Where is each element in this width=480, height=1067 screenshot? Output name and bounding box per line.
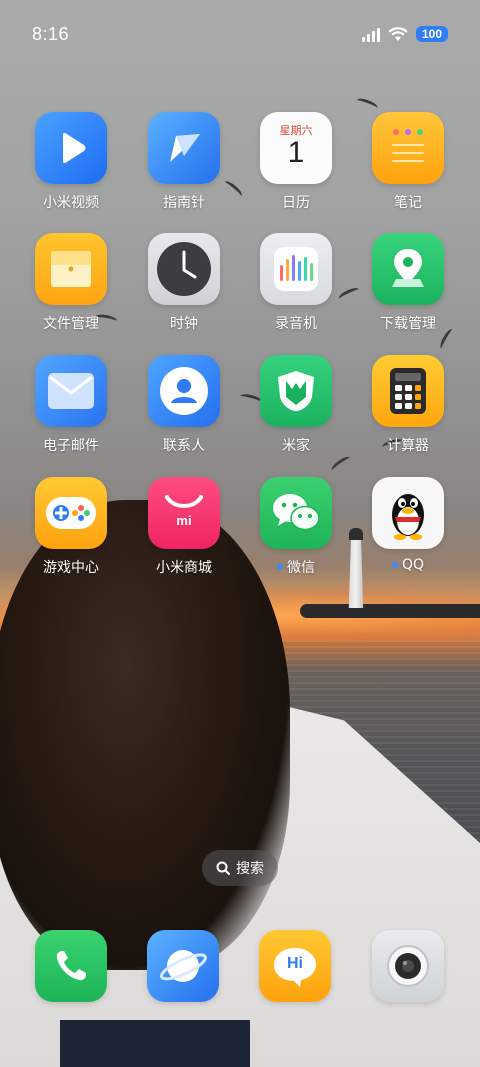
browser-planet-icon	[147, 930, 219, 1002]
app-label: 录音机	[275, 316, 317, 332]
app-label: 下载管理	[380, 316, 436, 332]
qq-penguin-icon	[372, 477, 444, 549]
sound-recorder-icon	[260, 233, 332, 305]
calculator-icon	[372, 355, 444, 427]
mijia-shield-icon	[260, 355, 332, 427]
calendar-icon: 星期六 1	[260, 112, 332, 184]
dock-messages[interactable]: Hi	[259, 930, 331, 1002]
gamepad-icon	[35, 477, 107, 549]
app-contacts[interactable]: 联系人	[136, 355, 232, 455]
app-calculator[interactable]: 计算器	[360, 355, 456, 455]
download-pin-icon	[372, 233, 444, 305]
search-icon	[216, 861, 230, 875]
app-qq[interactable]: QQ	[360, 477, 456, 573]
person-jeans	[60, 1020, 250, 1067]
app-label: 小米商城	[156, 560, 212, 576]
compass-icon	[148, 112, 220, 184]
wechat-bubbles-icon	[260, 477, 332, 549]
app-label: 指南针	[163, 195, 205, 211]
app-calendar[interactable]: 星期六 1 日历	[248, 112, 344, 212]
seagull	[355, 96, 379, 112]
app-notes[interactable]: 笔记	[360, 112, 456, 212]
dock-phone[interactable]	[35, 930, 107, 1002]
app-mijia[interactable]: 米家	[248, 355, 344, 455]
app-label: 游戏中心	[43, 560, 99, 576]
app-label: 计算器	[387, 438, 429, 454]
app-label: 时钟	[170, 316, 198, 332]
dock-camera[interactable]	[372, 930, 444, 1002]
app-clock[interactable]: 时钟	[136, 233, 232, 333]
camera-icon	[372, 930, 444, 1002]
phone-icon	[35, 930, 107, 1002]
clock-icon	[148, 233, 220, 305]
app-label: 文件管理	[43, 316, 99, 332]
signal-strength-icon	[362, 26, 380, 42]
mi-logo-text: mi	[176, 513, 192, 528]
wifi-icon	[388, 27, 408, 41]
new-install-dot	[277, 564, 283, 570]
app-mi-store[interactable]: mi 小米商城	[136, 477, 232, 577]
app-file-manager[interactable]: 文件管理	[23, 233, 119, 333]
status-time: 8:16	[32, 23, 70, 44]
seagull	[329, 454, 353, 474]
app-label: 电子邮件	[43, 438, 99, 454]
app-mi-video[interactable]: 小米视频	[23, 112, 119, 212]
app-game-center[interactable]: 游戏中心	[23, 477, 119, 577]
mi-bag-icon: mi	[148, 477, 220, 549]
battery-indicator: 100	[416, 26, 448, 42]
folder-icon	[35, 233, 107, 305]
mail-icon	[35, 355, 107, 427]
app-label: 微信	[277, 557, 315, 577]
search-button[interactable]: 搜索	[202, 850, 278, 886]
app-downloads[interactable]: 下载管理	[360, 233, 456, 333]
app-label: QQ	[391, 557, 425, 573]
app-email[interactable]: 电子邮件	[23, 355, 119, 455]
app-sound-recorder[interactable]: 录音机	[248, 233, 344, 333]
app-label: 米家	[282, 438, 310, 454]
app-wechat[interactable]: 微信	[248, 477, 344, 577]
app-label: 联系人	[163, 438, 205, 454]
messages-hi-icon: Hi	[259, 930, 331, 1002]
dock-browser[interactable]	[147, 930, 219, 1002]
app-label: 小米视频	[43, 195, 99, 211]
new-install-dot	[391, 562, 398, 568]
app-compass[interactable]: 指南针	[136, 112, 232, 212]
calendar-day: 1	[287, 136, 305, 169]
app-label: 日历	[282, 195, 310, 211]
app-label: 笔记	[394, 195, 422, 211]
app-label-text: 微信	[287, 560, 315, 576]
video-play-icon	[35, 112, 107, 184]
app-label-text: QQ	[401, 557, 425, 573]
contact-person-icon	[148, 355, 220, 427]
jetty	[300, 604, 480, 618]
status-bar: 8:16 100	[0, 0, 480, 68]
messages-hi-text: Hi	[287, 955, 303, 972]
status-icons: 100	[362, 26, 448, 42]
search-label: 搜索	[236, 861, 264, 877]
notes-icon	[372, 112, 444, 184]
